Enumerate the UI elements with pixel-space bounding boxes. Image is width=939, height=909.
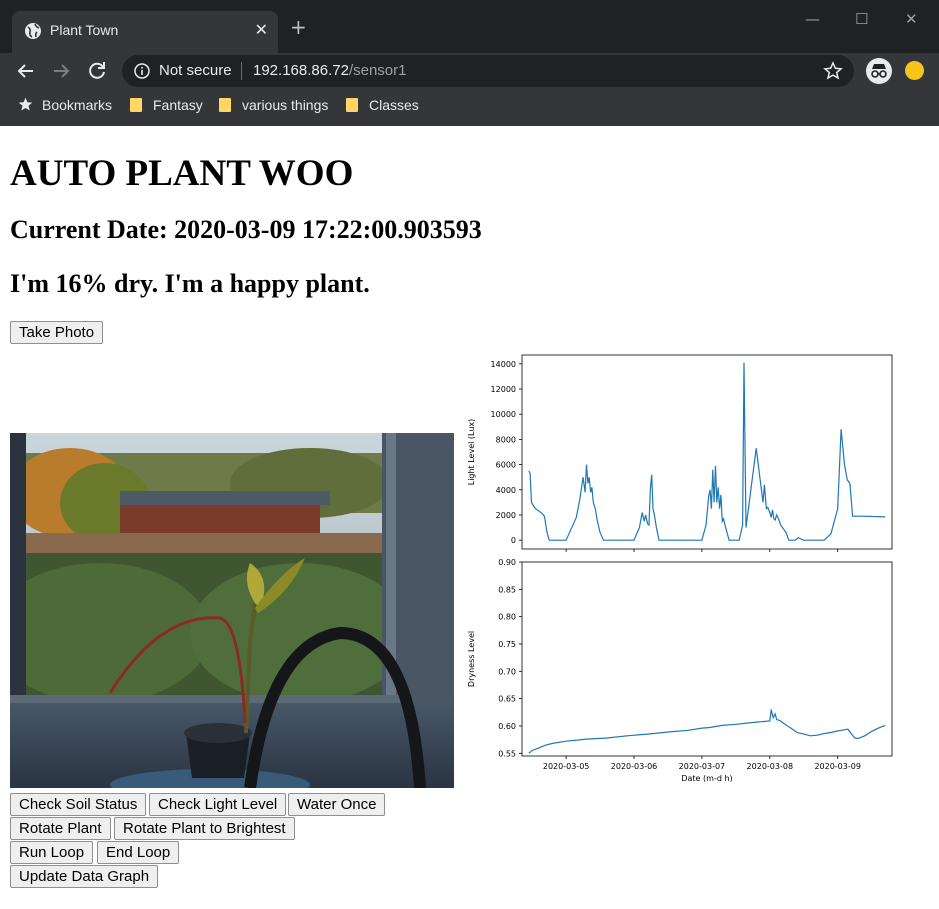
star-icon [18, 97, 33, 111]
current-date: Current Date: 2020-03-09 17:22:00.903593 [10, 215, 482, 244]
y-tick-label: 0.55 [498, 749, 516, 758]
x-tick-label: 2020-03-06 [611, 762, 658, 771]
browser-window: Plant Town ✕ + — ☐ ✕ Not secure 192.168.… [0, 0, 939, 126]
y-axis-label: Light Level (Lux) [467, 419, 476, 486]
y-axis-label: Dryness Level [467, 631, 476, 687]
bookmarks-bar: Bookmarks Fantasy various things Classes [0, 89, 939, 126]
incognito-glyph [871, 64, 887, 78]
tab-close-button[interactable]: ✕ [255, 20, 268, 39]
y-tick-label: 0.75 [498, 640, 516, 649]
globe-icon [25, 23, 41, 39]
bookmark-fantasy[interactable]: Fantasy [130, 97, 203, 113]
y-tick-label: 2000 [496, 511, 516, 520]
bookmark-label: Classes [369, 97, 419, 113]
plant-photo [10, 433, 454, 788]
x-tick-label: 2020-03-07 [679, 762, 726, 771]
bookmarks-menu[interactable]: Bookmarks [18, 97, 112, 113]
star-icon[interactable] [823, 61, 843, 81]
y-tick-label: 0 [511, 536, 516, 545]
extension-icon[interactable] [905, 61, 924, 80]
y-tick-label: 8000 [496, 435, 516, 444]
x-axis-label: Date (m-d h) [681, 774, 732, 782]
bookmark-label: Fantasy [153, 97, 203, 113]
dryness-status: I'm 16% dry. I'm a happy plant. [10, 269, 370, 298]
water-once-button[interactable]: Water Once [288, 793, 386, 816]
plot-frame [521, 561, 893, 757]
tab-plant-town[interactable]: Plant Town ✕ [12, 11, 278, 53]
update-data-graph-button[interactable]: Update Data Graph [10, 865, 159, 888]
y-tick-label: 12000 [491, 385, 516, 394]
check-soil-status-button[interactable]: Check Soil Status [10, 793, 147, 816]
y-tick-label: 0.70 [498, 667, 516, 676]
y-tick-label: 14000 [491, 360, 516, 369]
x-tick-label: 2020-03-08 [747, 762, 794, 771]
folder-icon [346, 98, 358, 112]
page-title: AUTO PLANT WOO [10, 153, 354, 194]
reload-icon[interactable] [85, 59, 109, 83]
info-icon[interactable] [134, 63, 150, 79]
minimize-icon[interactable]: — [805, 10, 820, 28]
rotate-plant-brightest-button[interactable]: Rotate Plant to Brightest [114, 817, 295, 840]
y-tick-label: 0.80 [498, 613, 516, 622]
y-tick-label: 0.85 [498, 585, 516, 594]
security-label[interactable]: Not secure [159, 62, 232, 79]
tab-strip: Plant Town ✕ + — ☐ ✕ [0, 0, 939, 53]
url-separator [241, 62, 242, 80]
take-photo-button[interactable]: Take Photo [10, 321, 104, 344]
bookmark-various-things[interactable]: various things [219, 97, 328, 113]
bookmark-label: Bookmarks [42, 97, 113, 113]
forward-icon[interactable] [49, 59, 73, 83]
incognito-icon[interactable] [866, 58, 892, 84]
sensor-charts: 0 2000 4000 6000 8000 10000 12000 14000 Light Le… [467, 354, 893, 782]
address-bar[interactable]: Not secure 192.168.86.72/sensor1 [122, 55, 854, 87]
y-tick-label: 6000 [496, 461, 516, 470]
y-tick-label: 0.60 [498, 722, 516, 731]
y-tick-label: 0.65 [498, 695, 516, 704]
maximize-icon[interactable]: ☐ [855, 10, 868, 28]
bookmark-label: various things [242, 97, 329, 113]
close-icon[interactable]: ✕ [905, 10, 918, 28]
run-loop-button[interactable]: Run Loop [10, 841, 94, 864]
x-tick-label: 2020-03-05 [543, 762, 590, 771]
check-light-level-button[interactable]: Check Light Level [149, 793, 287, 816]
y-tick-label: 4000 [496, 486, 516, 495]
end-loop-button[interactable]: End Loop [97, 841, 180, 864]
bookmark-classes[interactable]: Classes [346, 97, 419, 113]
x-tick-label: 2020-03-09 [814, 762, 861, 771]
url-host: 192.168.86.72 [253, 62, 349, 79]
rotate-plant-button[interactable]: Rotate Plant [10, 817, 111, 840]
url-text[interactable]: 192.168.86.72/sensor1 [253, 62, 406, 79]
tab-title: Plant Town [50, 22, 119, 38]
back-icon[interactable] [14, 59, 38, 83]
folder-icon [130, 98, 142, 112]
url-path: /sensor1 [348, 62, 407, 79]
y-tick-label: 0.90 [498, 558, 516, 567]
new-tab-button[interactable]: + [290, 17, 307, 37]
folder-icon [219, 98, 231, 112]
page-content: AUTO PLANT WOO Current Date: 2020-03-09 … [0, 126, 939, 909]
y-tick-label: 10000 [491, 410, 516, 419]
toolbar: Not secure 192.168.86.72/sensor1 [0, 53, 939, 89]
